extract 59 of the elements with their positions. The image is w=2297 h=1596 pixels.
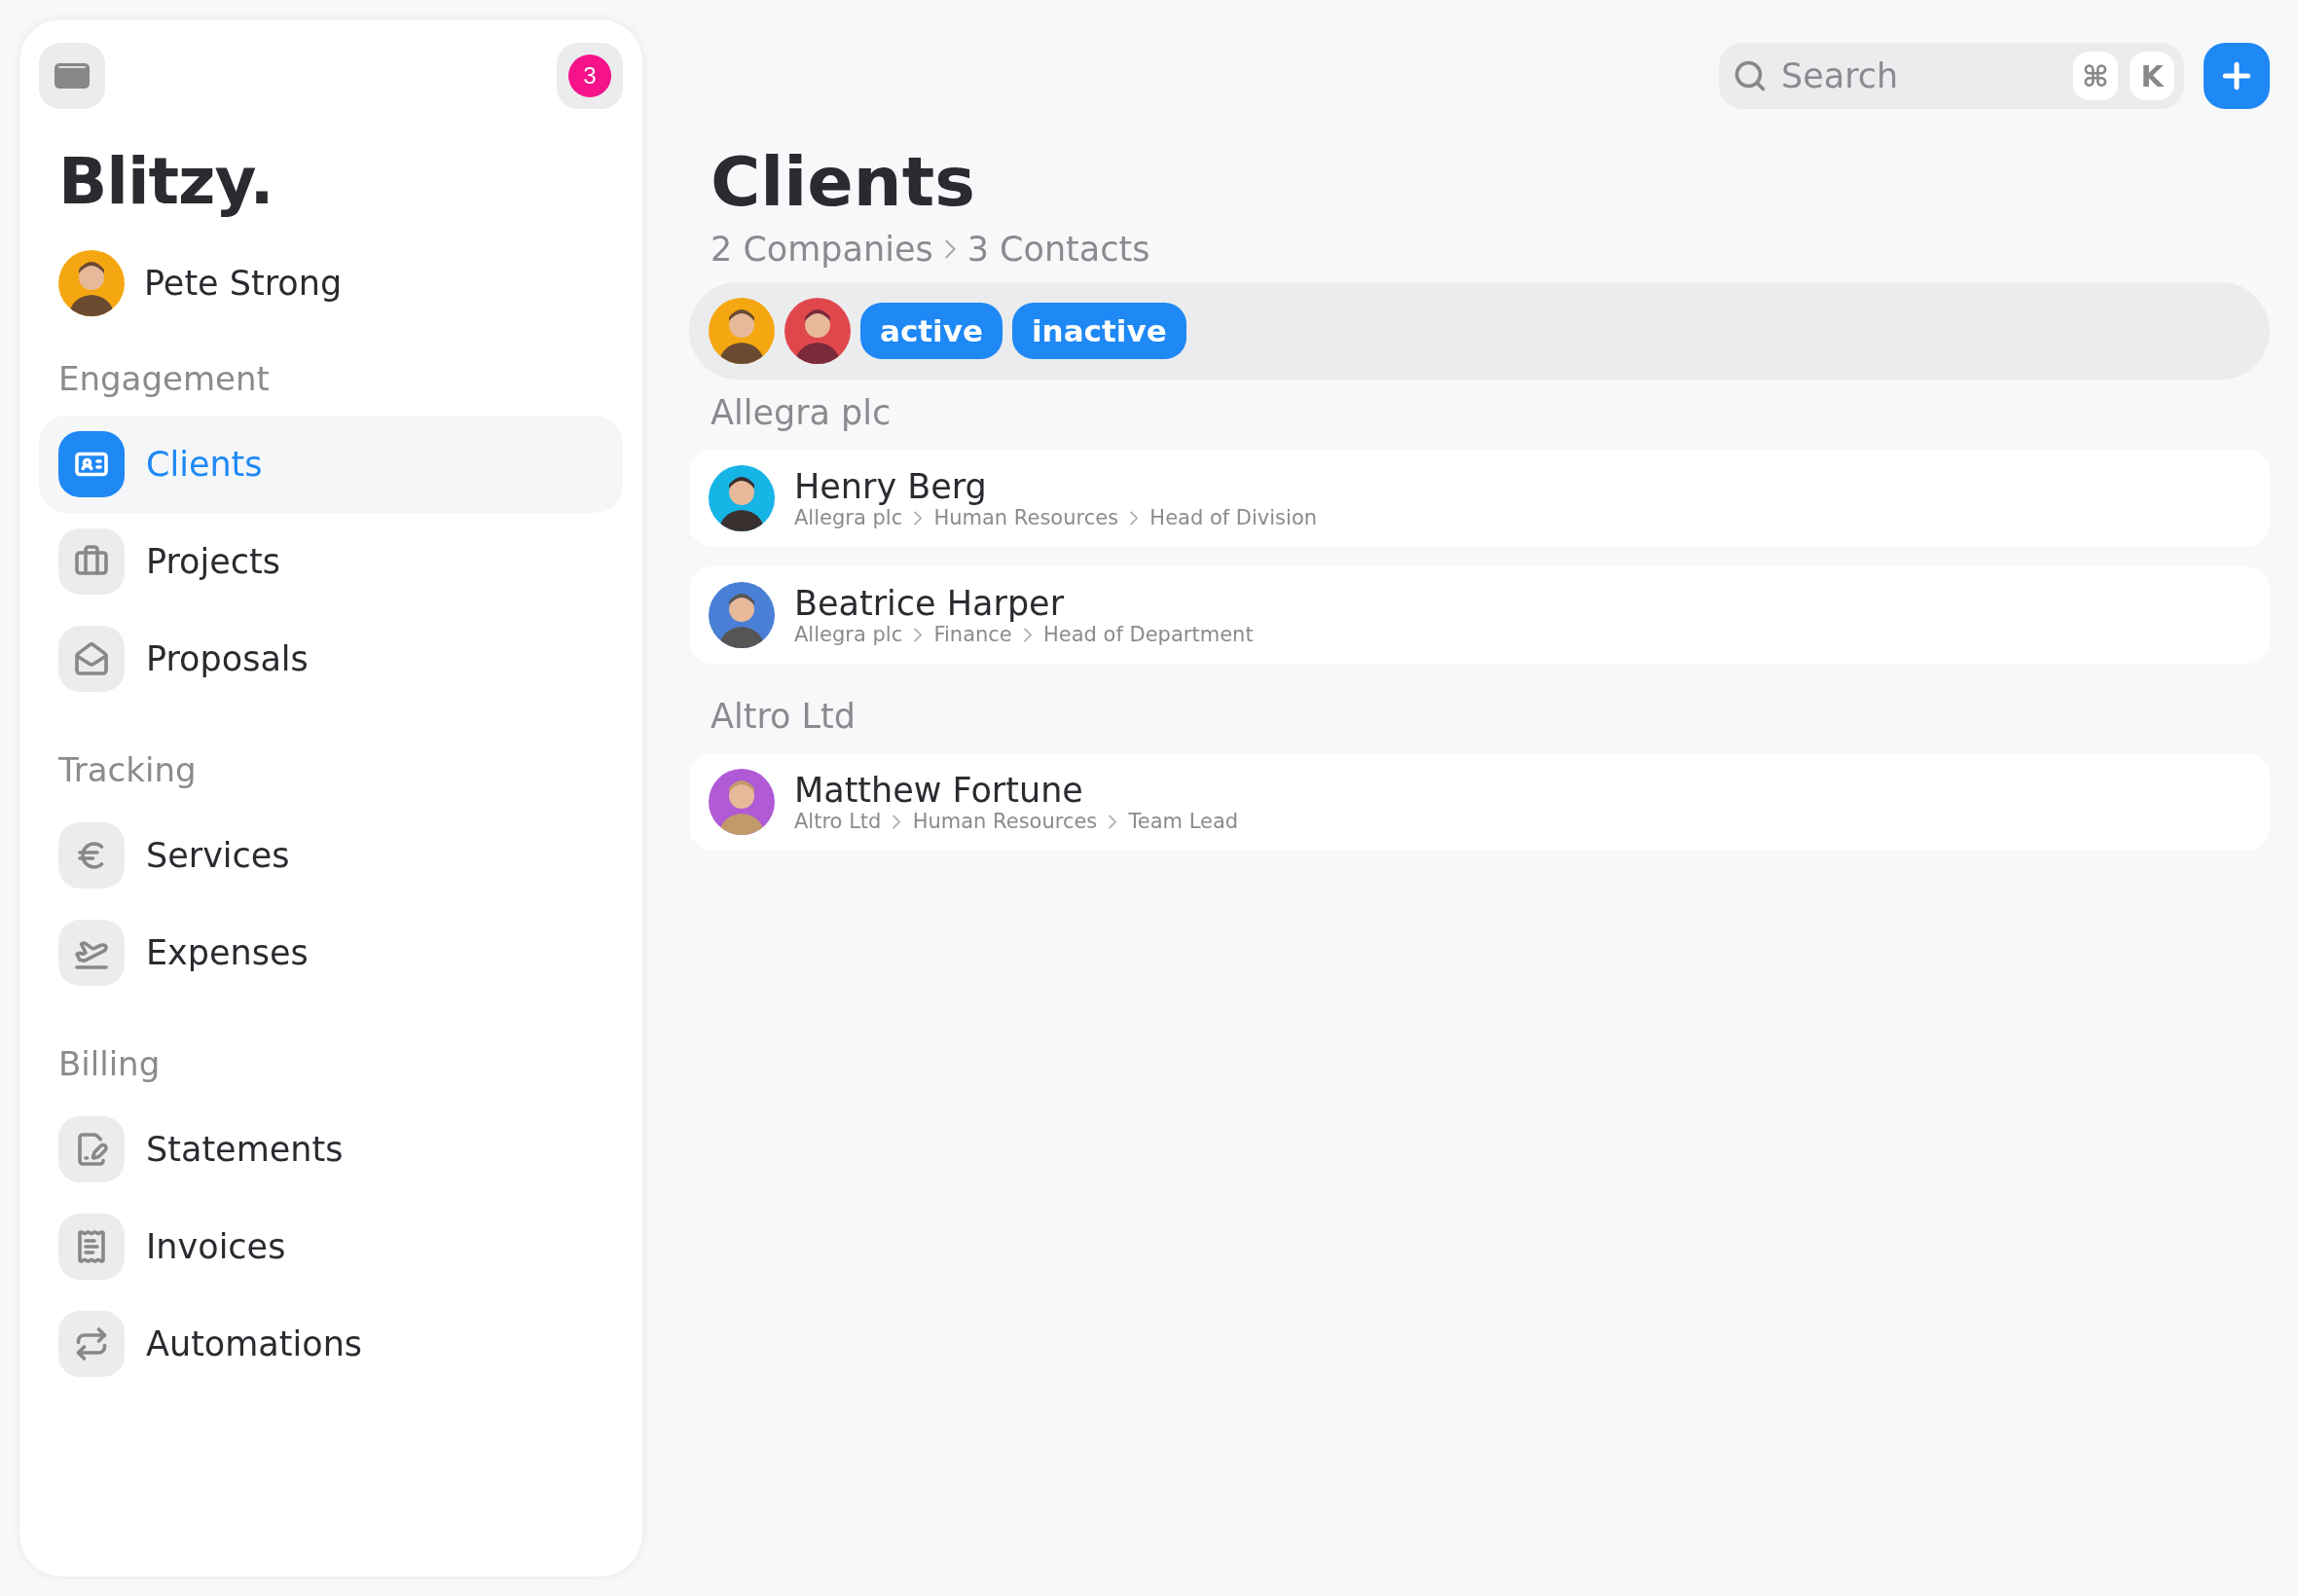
- path-label: Head of Department: [1043, 623, 1254, 646]
- chevron-icon: [893, 814, 901, 829]
- contact-card-icon: [58, 431, 125, 497]
- breadcrumb-text: 2 Companies: [711, 230, 933, 269]
- briefcase-icon: [58, 528, 125, 595]
- company-heading: Allegra plc: [711, 393, 893, 432]
- section-title: Billing: [58, 1044, 162, 1083]
- path-label: Allegra plc: [794, 506, 903, 529]
- chevron-icon: [1130, 510, 1139, 526]
- nav-item[interactable]: Statements: [39, 1101, 623, 1198]
- path-label: Head of Division: [1149, 506, 1318, 529]
- notifications-button[interactable]: 3: [557, 43, 623, 109]
- contact-row[interactable]: Matthew Fortune Altro Ltd Human Resources Team Lead: [689, 753, 2270, 851]
- envelope-icon: [58, 626, 125, 692]
- path-label: Team Lead: [1128, 810, 1239, 833]
- chevron-icon: [1023, 627, 1033, 642]
- sidebar-toggle-button[interactable]: [39, 43, 105, 109]
- nav-item[interactable]: Automations: [39, 1295, 623, 1393]
- section-title: Engagement: [58, 359, 271, 398]
- nav-item[interactable]: Services: [39, 807, 623, 904]
- add-button[interactable]: [2204, 43, 2270, 109]
- chevron-icon: [914, 510, 923, 526]
- chevron-icon: [1109, 814, 1117, 829]
- window-icon: [54, 62, 91, 90]
- path-label: Human Resources: [912, 810, 1098, 833]
- signed-document-icon: [58, 1116, 125, 1182]
- company-heading: Altro Ltd: [711, 697, 857, 736]
- path-label: Altro Ltd: [794, 810, 882, 833]
- shortcut-key: K: [2130, 52, 2174, 100]
- nav-item[interactable]: Invoices: [39, 1198, 623, 1295]
- contact-row[interactable]: Henry Berg Allegra plc Human Resources Head of Division: [689, 450, 2270, 547]
- path-label: Allegra plc: [794, 623, 903, 646]
- path-label: Finance: [933, 623, 1012, 646]
- path-label: Human Resources: [933, 506, 1119, 529]
- page-title: Clients: [711, 142, 976, 222]
- search-icon: [1732, 58, 1768, 93]
- shortcut-key: ⌘: [2073, 52, 2118, 100]
- nav-item[interactable]: Projects: [39, 513, 623, 610]
- chevron-icon: [944, 239, 956, 259]
- airplane-icon: [58, 920, 125, 986]
- brand-logo: Blitzy.: [58, 144, 274, 219]
- nav-item[interactable]: Expenses: [39, 904, 623, 1001]
- filter-chip[interactable]: active: [860, 303, 1003, 359]
- search-field[interactable]: Search ⌘ K: [1719, 43, 2184, 109]
- nav-item[interactable]: Proposals: [39, 610, 623, 707]
- contact-name: Henry Berg: [794, 467, 988, 506]
- chevron-icon: [914, 627, 923, 642]
- notification-badge: 3: [568, 54, 611, 97]
- euro-icon: [58, 822, 125, 889]
- user-name: Pete Strong: [144, 264, 343, 303]
- breadcrumb-text: 3 Contacts: [966, 230, 1150, 269]
- section-title: Tracking: [58, 750, 198, 789]
- contact-name: Beatrice Harper: [794, 584, 1066, 623]
- filter-chip[interactable]: inactive: [1012, 303, 1186, 359]
- contact-name: Matthew Fortune: [794, 771, 1084, 810]
- receipt-icon: [58, 1214, 125, 1280]
- repeat-icon: [58, 1311, 125, 1377]
- contact-row[interactable]: Beatrice Harper Allegra plc Finance Head of Department: [689, 566, 2270, 664]
- search-input[interactable]: Search: [1779, 55, 2061, 96]
